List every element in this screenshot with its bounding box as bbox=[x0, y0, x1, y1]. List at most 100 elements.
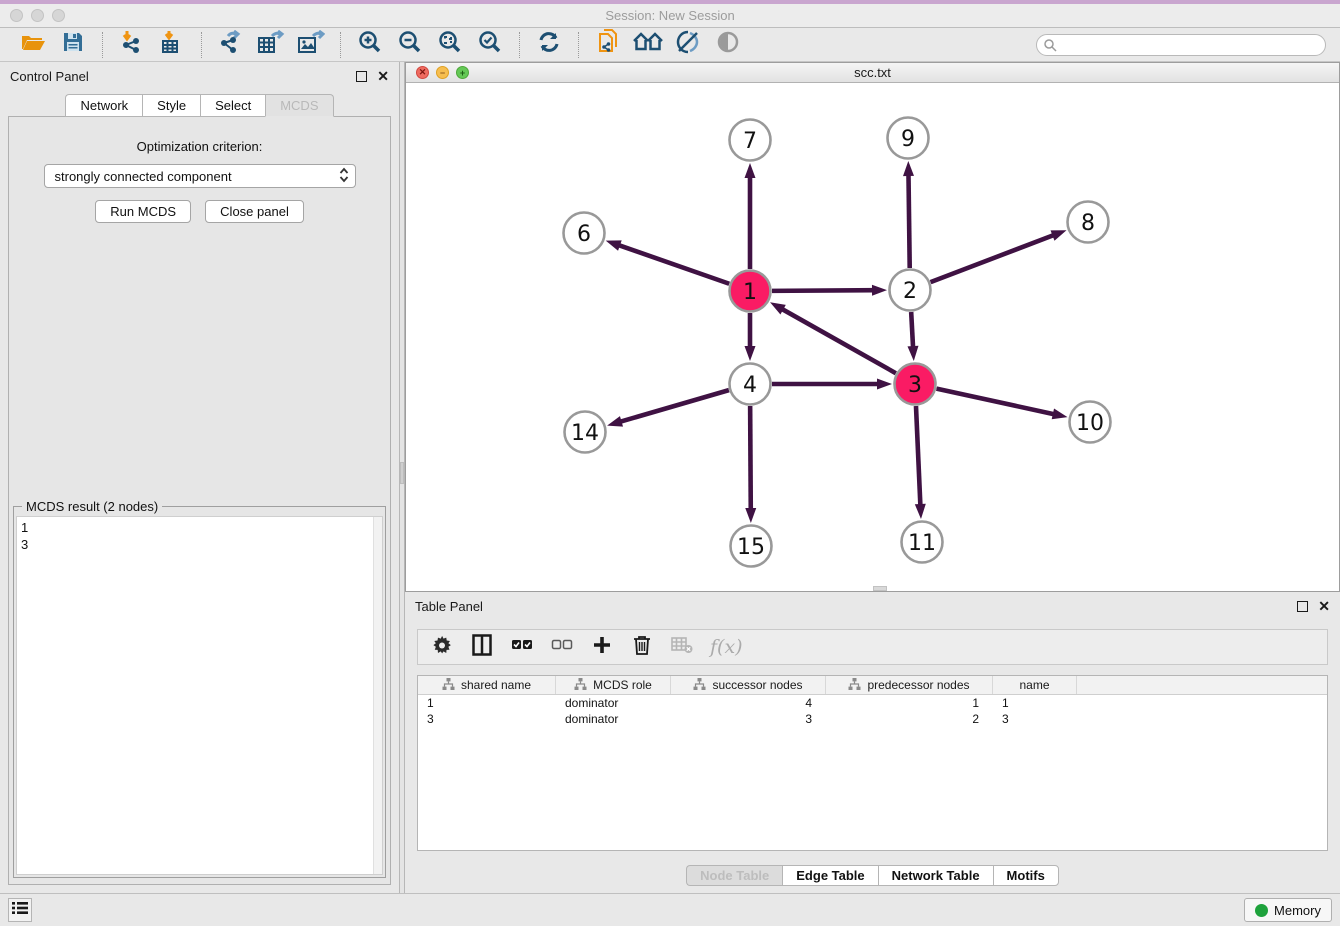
edge-2-9[interactable] bbox=[908, 173, 909, 268]
tab-edge-table[interactable]: Edge Table bbox=[782, 865, 877, 886]
memory-button[interactable]: Memory bbox=[1244, 898, 1332, 922]
network-view-window: ✕ − + scc.txt 7986124314101511 bbox=[405, 62, 1340, 592]
column-header-shared-name[interactable]: shared name bbox=[418, 676, 556, 694]
edge-4-15[interactable] bbox=[750, 406, 751, 511]
delete-table-button[interactable] bbox=[670, 634, 694, 660]
splitter-handle-icon[interactable] bbox=[400, 462, 404, 484]
arrowhead-icon bbox=[745, 346, 756, 361]
search-input[interactable] bbox=[1036, 34, 1326, 56]
save-session-button[interactable] bbox=[58, 31, 88, 59]
import-table-button[interactable] bbox=[157, 31, 187, 59]
style-toggle-button[interactable] bbox=[673, 31, 703, 59]
cell-mcds-role[interactable]: dominator bbox=[556, 711, 671, 727]
zoom-selected-button[interactable] bbox=[475, 31, 505, 59]
network-graph[interactable]: 7986124314101511 bbox=[406, 83, 1339, 586]
result-scrollbar[interactable] bbox=[373, 517, 382, 874]
unselect-all-button[interactable] bbox=[550, 634, 574, 660]
node-label-14: 14 bbox=[571, 421, 599, 446]
tab-mcds[interactable]: MCDS bbox=[265, 94, 333, 117]
table-row[interactable]: 1dominator411 bbox=[418, 695, 1327, 711]
export-image-button[interactable] bbox=[296, 31, 326, 59]
delete-table-icon bbox=[671, 636, 693, 659]
export-table-button[interactable] bbox=[256, 31, 286, 59]
run-mcds-button[interactable]: Run MCDS bbox=[95, 200, 191, 223]
cell-successor-nodes[interactable]: 4 bbox=[671, 695, 826, 711]
canvas-resize-handle[interactable] bbox=[873, 586, 887, 591]
trash-icon bbox=[633, 634, 651, 660]
function-builder-button[interactable]: f(x) bbox=[710, 634, 743, 660]
tab-select[interactable]: Select bbox=[200, 94, 265, 117]
toolbar-separator bbox=[201, 32, 202, 58]
close-panel-icon[interactable]: ✕ bbox=[377, 71, 389, 82]
window-title: Session: New Session bbox=[0, 8, 1340, 23]
tab-network[interactable]: Network bbox=[65, 94, 142, 117]
home-button[interactable] bbox=[633, 31, 663, 59]
add-column-button[interactable] bbox=[590, 634, 614, 660]
column-header-name[interactable]: name bbox=[993, 676, 1077, 694]
column-header-successor-nodes[interactable]: successor nodes bbox=[671, 676, 826, 694]
select-all-button[interactable] bbox=[510, 634, 534, 660]
arrowhead-icon bbox=[907, 346, 918, 361]
float-table-panel-icon[interactable] bbox=[1297, 601, 1308, 612]
control-panel-title: Control Panel bbox=[10, 69, 89, 84]
edge-3-1[interactable] bbox=[780, 308, 895, 373]
export-network-button[interactable] bbox=[216, 31, 246, 59]
import-network-button[interactable] bbox=[117, 31, 147, 59]
search-box bbox=[1036, 34, 1326, 56]
zoom-out-button[interactable] bbox=[395, 31, 425, 59]
tab-motifs[interactable]: Motifs bbox=[993, 865, 1059, 886]
duplicate-network-button[interactable] bbox=[593, 31, 623, 59]
network-canvas[interactable]: 7986124314101511 bbox=[406, 83, 1339, 591]
edge-2-3[interactable] bbox=[911, 312, 913, 349]
toolbar-separator bbox=[340, 32, 341, 58]
tab-network-table[interactable]: Network Table bbox=[878, 865, 993, 886]
edge-2-8[interactable] bbox=[931, 234, 1056, 282]
column-header-mcds-role[interactable]: MCDS role bbox=[556, 676, 671, 694]
node-label-4: 4 bbox=[743, 373, 757, 398]
cell-name[interactable]: 3 bbox=[993, 711, 1077, 727]
eye-icon bbox=[716, 30, 740, 59]
cell-name[interactable]: 1 bbox=[993, 695, 1077, 711]
criterion-value: strongly connected component bbox=[55, 169, 339, 184]
refresh-layout-button[interactable] bbox=[534, 31, 564, 59]
eye-button[interactable] bbox=[713, 31, 743, 59]
tab-node-table[interactable]: Node Table bbox=[686, 865, 782, 886]
zoom-fit-button[interactable] bbox=[435, 31, 465, 59]
edge-3-10[interactable] bbox=[936, 389, 1055, 415]
column-label: shared name bbox=[461, 678, 531, 692]
status-bar: Memory bbox=[0, 893, 1340, 926]
cell-mcds-role[interactable]: dominator bbox=[556, 695, 671, 711]
column-label: MCDS role bbox=[593, 678, 652, 692]
cell-shared-name[interactable]: 1 bbox=[418, 695, 556, 711]
zoom-fit-icon bbox=[438, 30, 462, 59]
edge-1-2[interactable] bbox=[772, 290, 875, 291]
close-panel-button[interactable]: Close panel bbox=[205, 200, 304, 223]
close-table-panel-icon[interactable]: ✕ bbox=[1318, 601, 1330, 612]
table-tabs: Node TableEdge TableNetwork TableMotifs bbox=[405, 865, 1340, 886]
cell-predecessor-nodes[interactable]: 2 bbox=[826, 711, 993, 727]
column-header-predecessor-nodes[interactable]: predecessor nodes bbox=[826, 676, 993, 694]
zoom-in-button[interactable] bbox=[355, 31, 385, 59]
column-label: successor nodes bbox=[712, 678, 802, 692]
node-label-9: 9 bbox=[901, 127, 915, 152]
edge-4-14[interactable] bbox=[619, 390, 729, 422]
tree-sort-icon bbox=[442, 678, 455, 693]
float-panel-icon[interactable] bbox=[356, 71, 367, 82]
task-history-button[interactable] bbox=[8, 898, 32, 922]
tab-style[interactable]: Style bbox=[142, 94, 200, 117]
table-settings-button[interactable] bbox=[430, 634, 454, 660]
table-row[interactable]: 3dominator323 bbox=[418, 711, 1327, 727]
cell-shared-name[interactable]: 3 bbox=[418, 711, 556, 727]
cell-predecessor-nodes[interactable]: 1 bbox=[826, 695, 993, 711]
edge-1-6[interactable] bbox=[617, 245, 729, 284]
mcds-result-text[interactable]: 1 3 bbox=[17, 517, 373, 874]
arrowhead-icon bbox=[903, 161, 914, 176]
delete-column-button[interactable] bbox=[630, 634, 654, 660]
open-session-button[interactable] bbox=[18, 31, 48, 59]
node-label-10: 10 bbox=[1076, 411, 1104, 436]
show-columns-button[interactable] bbox=[470, 634, 494, 660]
cell-successor-nodes[interactable]: 3 bbox=[671, 711, 826, 727]
criterion-select[interactable]: strongly connected component bbox=[44, 164, 356, 188]
edge-3-11[interactable] bbox=[916, 406, 920, 507]
node-label-6: 6 bbox=[577, 222, 591, 247]
